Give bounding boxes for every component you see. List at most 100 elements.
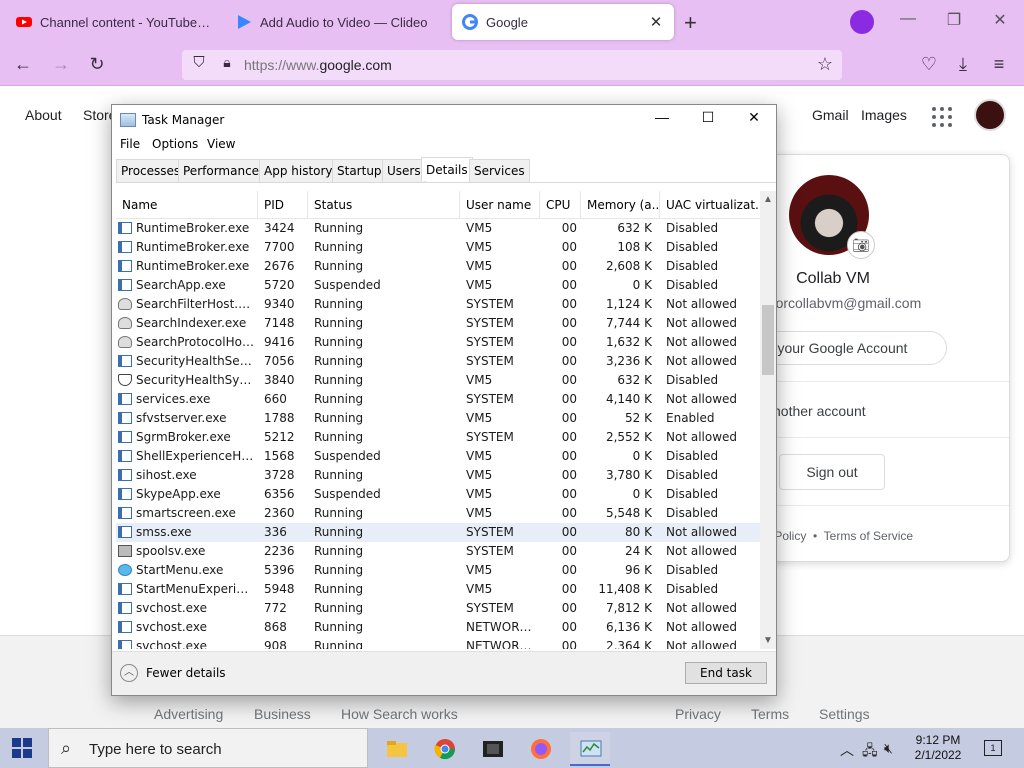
chevron-up-icon[interactable]: ︿ — [120, 664, 138, 682]
column-user-name[interactable]: User name — [460, 191, 540, 219]
table-row[interactable]: smss.exe 336 Running SYSTEM 00 80 K Not allowe… — [116, 523, 760, 542]
tab-users[interactable]: Users — [382, 159, 426, 182]
column-status[interactable]: Status — [308, 191, 460, 219]
table-row[interactable]: SearchIndexer.exe 7148 Running SYSTEM 00 7,74… — [116, 314, 760, 333]
menu-view[interactable]: View — [207, 137, 235, 151]
scroll-down-icon[interactable]: ▼ — [760, 635, 776, 646]
fewer-details-link[interactable]: Fewer details — [146, 666, 226, 680]
new-tab-button[interactable]: + — [684, 10, 697, 36]
forward-icon[interactable]: → — [50, 54, 72, 75]
show-hidden-icons-chevron-icon[interactable]: ︿ — [840, 740, 854, 760]
table-row[interactable]: RuntimeBroker.exe 3424 Running VM5 00 632 K Di… — [116, 219, 760, 238]
shield-icon[interactable]: ⛉ — [188, 54, 210, 71]
table-row[interactable]: svchost.exe 772 Running SYSTEM 00 7,812 K Not … — [116, 599, 760, 618]
address-bar[interactable]: ⛉ 🔒︎ https://www.google.com ☆ — [182, 50, 842, 80]
scroll-up-icon[interactable]: ▲ — [760, 194, 776, 205]
file-explorer-button[interactable] — [376, 732, 416, 766]
business-link[interactable]: Business — [254, 706, 311, 722]
column-memory[interactable]: Memory (a... — [581, 191, 660, 219]
tab-startup[interactable]: Startup — [332, 159, 387, 182]
vertical-scrollbar[interactable]: ▲ ▼ — [760, 191, 776, 649]
network-icon[interactable]: 🖧︎ — [862, 740, 878, 764]
reload-icon[interactable]: ↻ — [86, 54, 108, 75]
table-row[interactable]: SgrmBroker.exe 5212 Running SYSTEM 00 2,552 K… — [116, 428, 760, 447]
column-name[interactable]: Name — [116, 191, 258, 219]
gmail-link[interactable]: Gmail — [812, 107, 849, 123]
minimize-icon[interactable]: — — [642, 109, 682, 131]
terms-of-service-link[interactable]: Terms of Service — [824, 529, 913, 543]
camera-icon[interactable]: 📷︎ — [847, 231, 875, 259]
privacy-link[interactable]: Privacy — [675, 706, 721, 722]
table-row[interactable]: StartMenu.exe 5396 Running VM5 00 96 K Disable… — [116, 561, 760, 580]
google-apps-icon[interactable] — [932, 107, 952, 127]
volume-muted-icon[interactable]: 🔇︎ — [884, 740, 893, 757]
table-row[interactable]: svchost.exe 868 Running NETWORK... 00 6,136 K… — [116, 618, 760, 637]
process-name: sfvstserver.exe — [136, 411, 227, 425]
tab-details[interactable]: Details — [421, 157, 473, 181]
task-manager-taskbar-button[interactable] — [570, 732, 610, 766]
process-uac: Disabled — [666, 240, 719, 254]
tab-youtube-studio[interactable]: Channel content - YouTube Studio — [6, 4, 222, 40]
table-row[interactable]: sihost.exe 3728 Running VM5 00 3,780 K Disable… — [116, 466, 760, 485]
table-row[interactable]: svchost.exe 908 Running NETWORK... 00 2,364 K… — [116, 637, 760, 649]
table-row[interactable]: sfvstserver.exe 1788 Running VM5 00 52 K Enabl… — [116, 409, 760, 428]
advertising-link[interactable]: Advertising — [154, 706, 223, 722]
system-clock[interactable]: 9:12 PM 2/1/2022 — [908, 733, 968, 763]
table-row[interactable]: SkypeApp.exe 6356 Suspended VM5 00 0 K Disable… — [116, 485, 760, 504]
downloads-icon[interactable]: ⤓ — [952, 54, 974, 75]
lock-icon[interactable]: 🔒︎ — [216, 54, 238, 71]
tab-google[interactable]: Google ✕ — [452, 4, 674, 40]
close-icon[interactable]: ✕ — [734, 109, 774, 131]
taskbar-search-box[interactable]: ⌕ Type here to search — [48, 728, 368, 768]
table-row[interactable]: smartscreen.exe 2360 Running VM5 00 5,548 K Di… — [116, 504, 760, 523]
close-tab-icon[interactable]: ✕ — [648, 13, 664, 31]
minimize-window-icon[interactable]: — — [898, 10, 918, 28]
chrome-button[interactable] — [424, 732, 464, 766]
how-search-works-link[interactable]: How Search works — [341, 706, 458, 722]
menu-file[interactable]: File — [120, 137, 140, 151]
table-row[interactable]: SecurityHealthServic... 7056 Running SYSTEM… — [116, 352, 760, 371]
tab-clideo[interactable]: Add Audio to Video — Clideo — [226, 4, 448, 40]
account-avatar[interactable] — [974, 99, 1006, 131]
pocket-icon[interactable]: ♡ — [918, 54, 940, 75]
maximize-icon[interactable]: ☐ — [688, 109, 728, 131]
about-link[interactable]: About — [25, 107, 62, 123]
tab-title: Channel content - YouTube Studio — [40, 14, 212, 30]
add-another-account-link[interactable]: nother account — [773, 403, 866, 419]
column-cpu[interactable]: CPU — [540, 191, 581, 219]
table-row[interactable]: SecurityHealthSystra... 3840 Running VM5 00 6… — [116, 371, 760, 390]
menu-icon[interactable]: ≡ — [988, 54, 1010, 75]
menu-options[interactable]: Options — [152, 137, 198, 151]
table-row[interactable]: services.exe 660 Running SYSTEM 00 4,140 K Not… — [116, 390, 760, 409]
table-row[interactable]: SearchApp.exe 5720 Suspended VM5 00 0 K Disabl… — [116, 276, 760, 295]
tab-services[interactable]: Services — [469, 159, 530, 182]
process-memory: 632 K — [617, 373, 652, 387]
table-row[interactable]: StartMenuExperienc... 5948 Running VM5 00 11,… — [116, 580, 760, 599]
notification-center-icon[interactable]: 1 — [984, 740, 1002, 756]
table-row[interactable]: RuntimeBroker.exe 2676 Running VM5 00 2,608 K… — [116, 257, 760, 276]
bookmark-star-icon[interactable]: ☆ — [814, 54, 836, 75]
column-uac-virtualization[interactable]: UAC virtualizat... — [660, 191, 760, 219]
tab-performance[interactable]: Performance — [178, 159, 265, 182]
settings-link[interactable]: Settings — [819, 706, 870, 722]
column-pid[interactable]: PID — [258, 191, 308, 219]
tab-processes[interactable]: Processes — [116, 159, 186, 182]
restore-window-icon[interactable]: ❐ — [944, 10, 964, 30]
task-manager-title-bar[interactable]: Task Manager — ☐ ✕ — [112, 105, 776, 135]
table-row[interactable]: SearchProtocolHost.... 9416 Running SYSTEM 0… — [116, 333, 760, 352]
images-link[interactable]: Images — [861, 107, 907, 123]
table-row[interactable]: ShellExperienceHost.... 1568 Suspended VM5 0… — [116, 447, 760, 466]
close-window-icon[interactable]: ✕ — [990, 10, 1010, 30]
firefox-button[interactable] — [520, 732, 560, 766]
video-editor-button[interactable] — [472, 732, 512, 766]
sign-out-button[interactable]: Sign out — [779, 454, 885, 490]
table-row[interactable]: spoolsv.exe 2236 Running SYSTEM 00 24 K Not al… — [116, 542, 760, 561]
table-row[interactable]: RuntimeBroker.exe 7700 Running VM5 00 108 K Di… — [116, 238, 760, 257]
terms-link[interactable]: Terms — [751, 706, 789, 722]
table-row[interactable]: SearchFilterHost.exe 9340 Running SYSTEM 00 1… — [116, 295, 760, 314]
end-task-button[interactable]: End task — [685, 662, 767, 684]
tab-app-history[interactable]: App history — [259, 159, 338, 182]
scrollbar-thumb[interactable] — [762, 305, 774, 375]
windows-start-icon[interactable] — [12, 738, 32, 758]
back-icon[interactable]: ← — [12, 54, 34, 75]
